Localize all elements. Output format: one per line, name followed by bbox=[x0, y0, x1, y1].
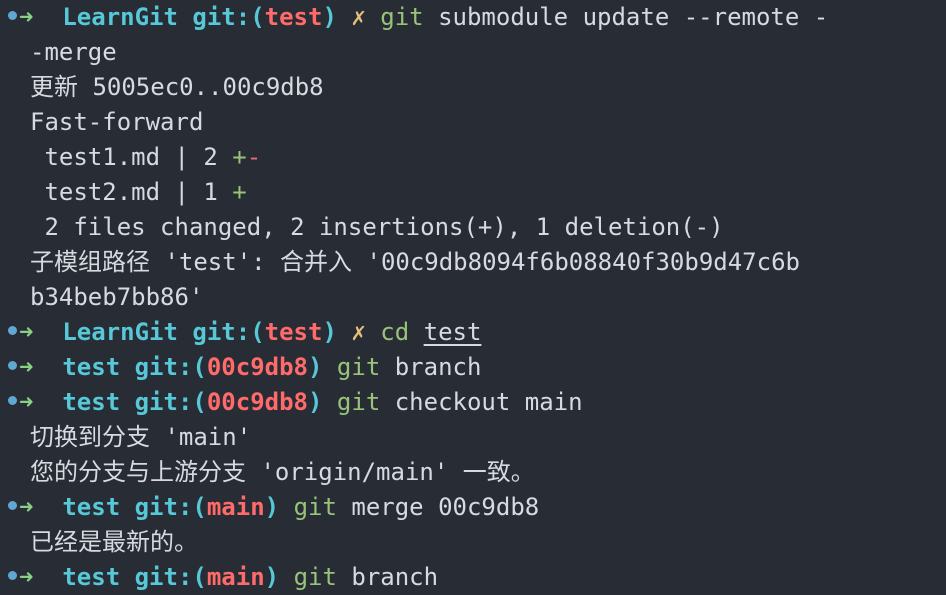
command-args: branch bbox=[351, 563, 439, 591]
prompt-paren-close: ) bbox=[308, 353, 323, 381]
dirty-marker-icon: ✗ bbox=[351, 318, 366, 346]
prompt-branch: test bbox=[264, 3, 323, 31]
prompt-git-label: git: bbox=[192, 3, 251, 31]
prompt-paren-close: ) bbox=[264, 493, 280, 521]
output-text: b34beb7bb86' bbox=[30, 283, 204, 311]
output-line: 子模组路径 'test': 合并入 '00c9db8094f6b08840f30… bbox=[8, 245, 946, 280]
prompt-directory: LearnGit bbox=[62, 3, 178, 31]
prompt-paren-close: ) bbox=[322, 3, 337, 31]
output-line: 切换到分支 'main' bbox=[8, 420, 946, 455]
output-text: Fast-forward bbox=[30, 108, 204, 136]
prompt-paren-close: ) bbox=[322, 318, 337, 346]
command-args: branch bbox=[394, 353, 482, 381]
diffstat-minus: - bbox=[246, 143, 262, 171]
dirty-marker-icon: ✗ bbox=[351, 3, 366, 31]
command-name: git bbox=[380, 3, 424, 31]
status-dot-icon bbox=[8, 500, 17, 510]
output-line: 您的分支与上游分支 'origin/main' 一致。 bbox=[8, 455, 946, 490]
terminal-window[interactable]: ➜ LearnGit git:(test) ✗ git submodule up… bbox=[0, 0, 946, 594]
prompt-line: ➜ test git:(00c9db8) git branch bbox=[8, 350, 946, 385]
prompt-git-label: git: bbox=[192, 318, 251, 346]
prompt-paren-open: ( bbox=[192, 563, 207, 591]
output-text: 更新 5005ec0..00c9db8 bbox=[30, 73, 324, 101]
output-text: 您的分支与上游分支 'origin/main' 一致。 bbox=[30, 458, 535, 486]
command-args: merge 00c9db8 bbox=[351, 493, 540, 521]
status-dot-icon bbox=[8, 395, 17, 405]
status-dot-icon bbox=[8, 10, 17, 20]
prompt-line: ➜ test git:(00c9db8) git checkout main bbox=[8, 385, 946, 420]
output-line: 2 files changed, 2 insertions(+), 1 dele… bbox=[8, 210, 946, 245]
prompt-paren-open: ( bbox=[192, 353, 207, 381]
arrow-right-icon: ➜ bbox=[19, 493, 34, 521]
diffstat-plus: + bbox=[232, 143, 247, 171]
command-name: git bbox=[336, 388, 381, 416]
command-name: git bbox=[293, 493, 337, 521]
output-line: -merge bbox=[8, 35, 946, 70]
prompt-branch: 00c9db8 bbox=[206, 353, 309, 381]
output-text: 切换到分支 'main' bbox=[30, 423, 252, 451]
command-name: cd bbox=[380, 318, 410, 346]
prompt-paren-close: ) bbox=[308, 388, 323, 416]
diffstat-file: test1.md | 2 bbox=[30, 143, 233, 171]
diffstat-plus: + bbox=[232, 178, 247, 206]
prompt-line: ➜ test git:(main) git merge 00c9db8 bbox=[8, 490, 946, 525]
prompt-directory: test bbox=[62, 493, 121, 521]
prompt-git-label: git: bbox=[134, 563, 193, 591]
prompt-directory: test bbox=[62, 388, 121, 416]
arrow-right-icon: ➜ bbox=[19, 563, 34, 591]
command-args: submodule update --remote - bbox=[438, 3, 829, 31]
command-name: git bbox=[293, 563, 337, 591]
arrow-right-icon: ➜ bbox=[19, 353, 34, 381]
output-text: 2 files changed, 2 insertions(+), 1 dele… bbox=[30, 213, 724, 241]
prompt-paren-open: ( bbox=[192, 493, 207, 521]
arrow-right-icon: ➜ bbox=[19, 388, 34, 416]
prompt-line: ➜ LearnGit git:(test) ✗ cd test bbox=[8, 315, 946, 350]
status-dot-icon bbox=[8, 570, 17, 580]
output-line: 更新 5005ec0..00c9db8 bbox=[8, 70, 946, 105]
diffstat-line: test1.md | 2 +- bbox=[8, 140, 946, 175]
output-text: 子模组路径 'test': 合并入 '00c9db8094f6b08840f30… bbox=[30, 248, 800, 276]
output-line: b34beb7bb86' bbox=[8, 280, 946, 315]
arrow-right-icon: ➜ bbox=[19, 3, 34, 31]
status-dot-icon bbox=[8, 360, 17, 370]
prompt-directory: test bbox=[62, 563, 121, 591]
prompt-git-label: git: bbox=[134, 353, 193, 381]
prompt-paren-open: ( bbox=[250, 3, 265, 31]
output-line: Fast-forward bbox=[8, 105, 946, 140]
prompt-branch: 00c9db8 bbox=[206, 388, 309, 416]
prompt-directory: LearnGit bbox=[62, 318, 178, 346]
prompt-directory: test bbox=[62, 353, 121, 381]
output-text: -merge bbox=[30, 38, 117, 66]
prompt-branch: main bbox=[206, 563, 265, 591]
prompt-paren-open: ( bbox=[192, 388, 207, 416]
command-args: checkout main bbox=[394, 388, 583, 416]
prompt-branch: main bbox=[206, 493, 265, 521]
prompt-branch: test bbox=[264, 318, 323, 346]
output-text: 已经是最新的。 bbox=[30, 528, 198, 556]
prompt-line: ➜ test git:(main) git branch bbox=[8, 560, 946, 595]
prompt-line: ➜ LearnGit git:(test) ✗ git submodule up… bbox=[8, 0, 946, 35]
command-args: test bbox=[423, 318, 482, 346]
prompt-paren-close: ) bbox=[264, 563, 280, 591]
output-line: 已经是最新的。 bbox=[8, 525, 946, 560]
prompt-git-label: git: bbox=[134, 493, 193, 521]
command-name: git bbox=[336, 353, 381, 381]
arrow-right-icon: ➜ bbox=[19, 318, 34, 346]
status-dot-icon bbox=[8, 325, 17, 335]
prompt-paren-open: ( bbox=[250, 318, 265, 346]
diffstat-line: test2.md | 1 + bbox=[8, 175, 946, 210]
diffstat-file: test2.md | 1 bbox=[30, 178, 233, 206]
terminal-output: ➜ LearnGit git:(test) ✗ git submodule up… bbox=[8, 0, 946, 595]
prompt-git-label: git: bbox=[134, 388, 193, 416]
